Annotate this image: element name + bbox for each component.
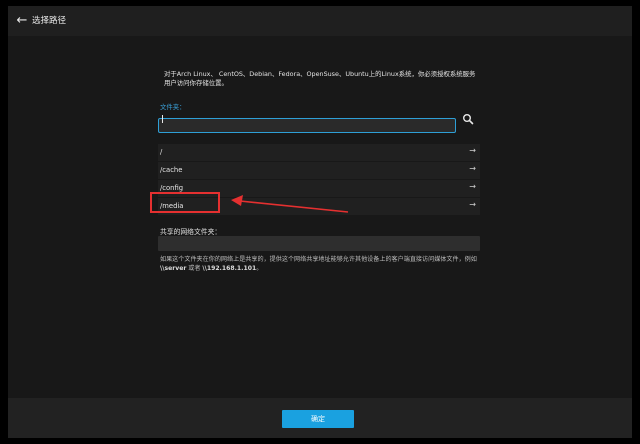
content-area: 对于Arch Linux、 CentOS、Debian、Fedora、OpenS… <box>158 6 480 406</box>
folder-item-root[interactable]: / → <box>158 144 480 161</box>
page-title: 选择路径 <box>32 16 67 26</box>
folder-item-media[interactable]: /media → <box>158 198 480 215</box>
folder-input-wrapper <box>158 112 456 133</box>
shared-folder-label: 共享的网络文件夹： <box>160 228 222 236</box>
search-icon[interactable] <box>462 113 474 125</box>
hint-or: 或者 <box>188 264 201 272</box>
folder-list: / → /cache → /config → /media → <box>158 144 480 216</box>
folder-path-input[interactable] <box>158 117 456 133</box>
shared-folder-input[interactable] <box>158 236 480 251</box>
arrow-right-icon: → <box>469 164 476 173</box>
ok-button[interactable]: 确定 <box>282 410 354 428</box>
back-arrow-icon[interactable]: ← <box>14 13 30 29</box>
folder-item-cache[interactable]: /cache → <box>158 162 480 179</box>
hint-prefix: 如果这个文件夹在你的网络上是共享的，提供这个网络共享地址能够允许其他设备上的客户… <box>160 256 477 263</box>
folder-label: 文件夹： <box>160 103 186 111</box>
text-cursor <box>162 115 163 123</box>
shared-folder-hint: 如果这个文件夹在你的网络上是共享的，提供这个网络共享地址能够允许其他设备上的客户… <box>160 256 482 273</box>
select-path-dialog: ← 选择路径 对于Arch Linux、 CentOS、Debian、Fedor… <box>8 6 632 438</box>
hint-example-ip: \\192.168.1.101 <box>202 264 257 272</box>
hint-example-server: \\server <box>160 264 187 272</box>
folder-item-label: / <box>160 148 163 156</box>
folder-item-label: /media <box>160 202 184 210</box>
description-text: 对于Arch Linux、 CentOS、Debian、Fedora、OpenS… <box>164 70 476 87</box>
folder-item-label: /config <box>160 184 184 192</box>
hint-suffix: 。 <box>256 264 263 272</box>
folder-item-label: /cache <box>160 166 183 174</box>
arrow-right-icon: → <box>469 146 476 155</box>
arrow-right-icon: → <box>469 200 476 209</box>
footer-bar: 确定 <box>8 398 632 438</box>
folder-item-config[interactable]: /config → <box>158 180 480 197</box>
arrow-right-icon: → <box>469 182 476 191</box>
